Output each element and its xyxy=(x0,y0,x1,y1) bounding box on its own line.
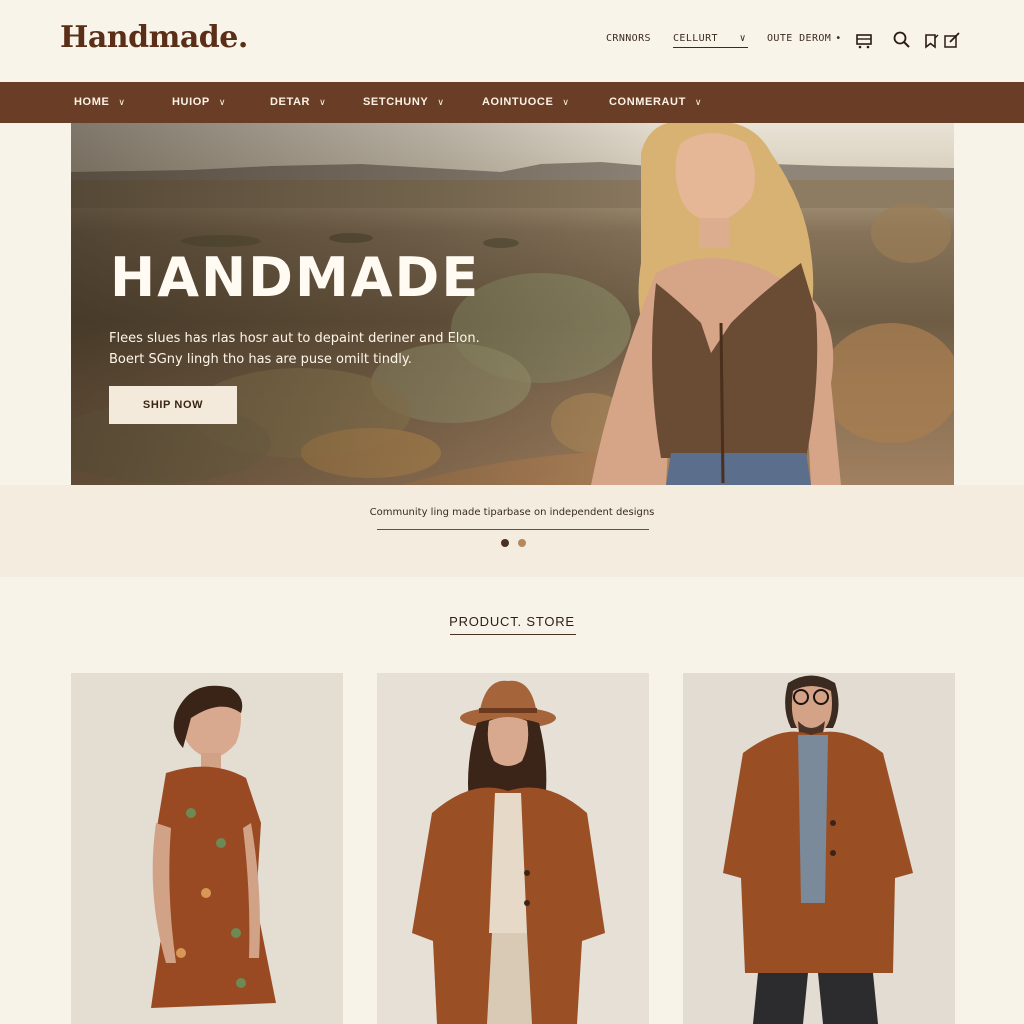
nav-item-label: SETCHUNY xyxy=(363,96,429,108)
header-icons xyxy=(854,30,974,50)
search-icon[interactable] xyxy=(892,30,912,50)
chevron-down-icon: ∨ xyxy=(319,97,327,107)
product-card[interactable] xyxy=(71,673,343,1024)
chevron-down-icon: ∨ xyxy=(694,97,703,107)
top-link-3[interactable]: OUTE DEROM • xyxy=(767,33,842,44)
top-link-2-dropdown[interactable]: CELLURT ∨ xyxy=(673,33,748,48)
hero-subtitle-line-1: Flees slues has rlas hosr aut to depaint… xyxy=(109,331,480,346)
bag-icon[interactable] xyxy=(922,30,942,50)
chevron-down-icon: ∨ xyxy=(437,97,445,107)
nav-item-label: HUIOP xyxy=(172,96,210,108)
hero-model-image xyxy=(591,123,841,485)
section-title: PRODUCT. STORE xyxy=(449,614,575,629)
edit-icon[interactable] xyxy=(942,30,962,50)
carousel-dot-active[interactable] xyxy=(501,539,509,547)
top-link-3-label: OUTE DEROM xyxy=(767,33,832,44)
hero-title: HANDMADE xyxy=(110,246,481,309)
product-image-floral-dress xyxy=(71,673,343,1024)
product-image-rust-coat xyxy=(377,673,649,1024)
carousel-dots xyxy=(500,539,530,549)
hero-banner: HANDMADE Flees slues has rlas hosr aut t… xyxy=(71,123,954,485)
caption-divider xyxy=(377,529,649,530)
hero-caption-band: Community ling made tiparbase on indepen… xyxy=(0,485,1024,577)
shop-now-button[interactable]: SHIP NOW xyxy=(109,386,237,424)
chevron-down-icon: ∨ xyxy=(218,97,227,107)
nav-item-label: HOME xyxy=(74,96,110,108)
top-link-2-label: CELLURT xyxy=(673,33,718,44)
product-image-mens-overcoat xyxy=(683,673,955,1024)
nav-item-3[interactable]: DETAR ∨ xyxy=(270,96,326,108)
cart-icon[interactable] xyxy=(854,30,874,50)
nav-item-home[interactable]: HOME ∨ xyxy=(74,96,126,108)
hero-subtitle: Flees slues has rlas hosr aut to depaint… xyxy=(109,328,529,370)
product-card[interactable] xyxy=(683,673,955,1024)
carousel-dot[interactable] xyxy=(518,539,526,547)
chevron-down-icon: ∨ xyxy=(118,97,126,107)
chevron-down-icon: ∨ xyxy=(562,97,570,107)
chevron-down-icon: ∨ xyxy=(739,33,746,44)
nav-item-4[interactable]: SETCHUNY ∨ xyxy=(363,96,445,108)
dot-separator: • xyxy=(835,33,842,44)
nav-item-6[interactable]: CONMERAUT ∨ xyxy=(609,96,702,108)
nav-item-5[interactable]: AOINTUOCE ∨ xyxy=(482,96,570,108)
hero-subtitle-line-2: Boert SGny lingh tho has are puse omilt … xyxy=(109,352,412,367)
hero-caption: Community ling made tiparbase on indepen… xyxy=(369,507,655,518)
site-header: Handmade. CRNNORS CELLURT ∨ OUTE DEROM • xyxy=(0,0,1024,82)
main-nav: HOME ∨ HUIOP ∨ DETAR ∨ SETCHUNY ∨ AOINTUOCE ∨… xyxy=(0,82,1024,123)
product-card[interactable] xyxy=(377,673,649,1024)
nav-item-2[interactable]: HUIOP ∨ xyxy=(172,96,226,108)
nav-item-label: DETAR xyxy=(270,96,311,108)
nav-item-label: CONMERAUT xyxy=(609,96,686,108)
top-link-1[interactable]: CRNNORS xyxy=(606,33,651,44)
section-title-underline xyxy=(450,634,576,635)
nav-item-label: AOINTUOCE xyxy=(482,96,554,108)
